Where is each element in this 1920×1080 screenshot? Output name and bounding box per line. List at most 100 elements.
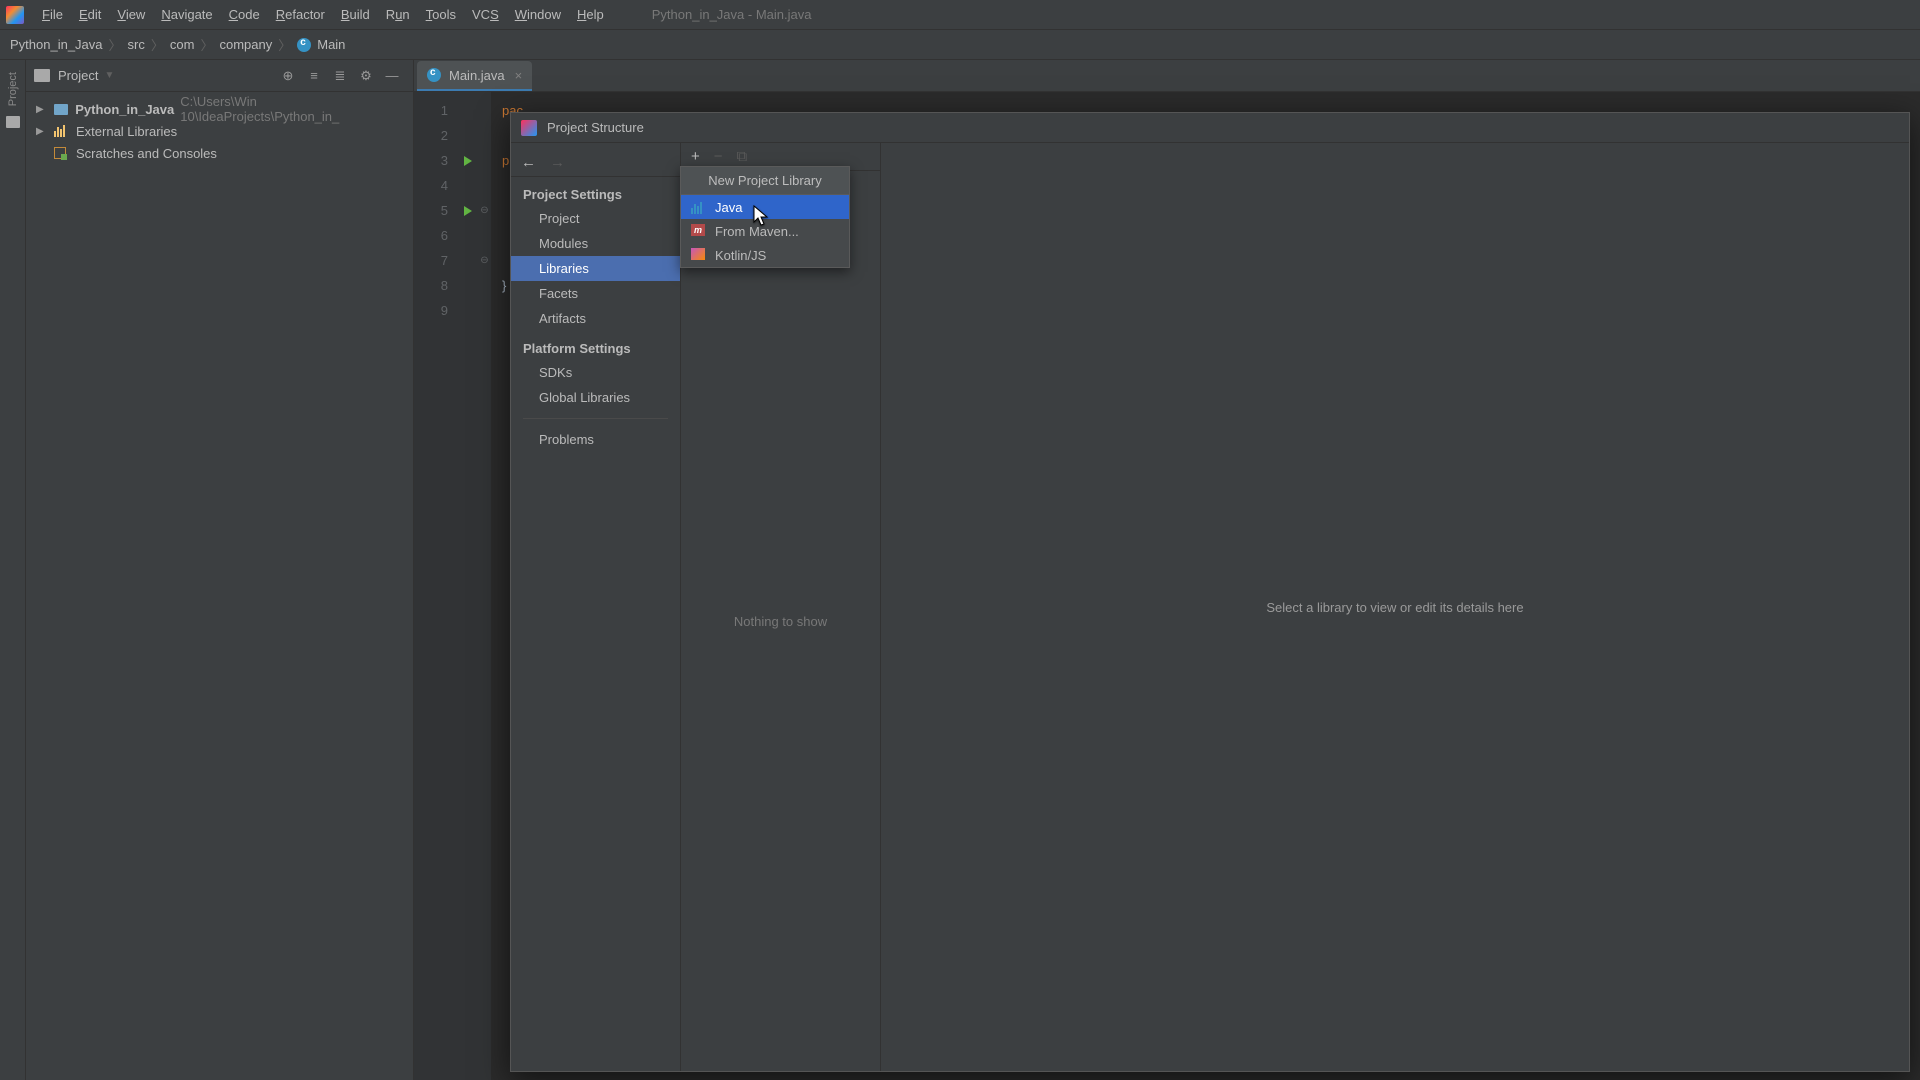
code-line: } — [502, 278, 506, 293]
project-tree: ▶ Python_in_Java C:\Users\Win 10\IdeaPro… — [26, 92, 413, 170]
detail-placeholder: Select a library to view or edit its det… — [1266, 600, 1523, 615]
nav-item-project[interactable]: Project — [511, 206, 680, 231]
menu-tools[interactable]: Tools — [418, 3, 464, 26]
back-icon[interactable]: ← — [521, 154, 536, 171]
nav-item-modules[interactable]: Modules — [511, 231, 680, 256]
project-tool-label[interactable]: Project — [7, 72, 19, 106]
fold-icon[interactable]: ⊖ — [478, 248, 491, 273]
chevron-right-icon: 〉 — [200, 35, 213, 54]
class-icon — [427, 68, 441, 82]
menu-run[interactable]: Run — [378, 3, 418, 26]
menu-window[interactable]: Window — [507, 3, 569, 26]
editor-tab-bar: Main.java × — [414, 60, 1920, 92]
gear-icon[interactable]: ⚙ — [357, 67, 375, 85]
crumb-project[interactable]: Python_in_Java — [10, 37, 103, 52]
new-library-popup: New Project Library Java m From Maven...… — [680, 166, 850, 268]
dialog-detail-pane: Select a library to view or edit its det… — [881, 143, 1909, 1071]
run-line-icon[interactable] — [458, 198, 478, 223]
separator — [523, 418, 668, 419]
empty-state-label: Nothing to show — [681, 171, 880, 1071]
kotlin-icon — [691, 248, 705, 260]
fold-gutter: ⊖⊖ — [478, 92, 492, 1080]
menu-code[interactable]: Code — [221, 3, 268, 26]
project-panel-title[interactable]: Project — [58, 68, 98, 83]
nav-heading-platform-settings: Platform Settings — [511, 331, 680, 360]
nav-item-artifacts[interactable]: Artifacts — [511, 306, 680, 331]
nav-item-problems[interactable]: Problems — [511, 427, 680, 452]
project-panel: Project ▼ ⊕ ≡ ≣ ⚙ — ▶ Python_in_Java C:\… — [26, 60, 414, 1080]
chevron-right-icon: 〉 — [151, 35, 164, 54]
nav-item-libraries[interactable]: Libraries — [511, 256, 680, 281]
tool-window-gutter: Project — [0, 60, 26, 1080]
breadcrumb: Python_in_Java 〉 src 〉 com 〉 company 〉 M… — [0, 30, 1920, 60]
tab-label: Main.java — [449, 68, 505, 83]
nav-item-facets[interactable]: Facets — [511, 281, 680, 306]
tree-root[interactable]: ▶ Python_in_Java C:\Users\Win 10\IdeaPro… — [26, 98, 413, 120]
chevron-right-icon: 〉 — [109, 35, 122, 54]
crumb-com[interactable]: com — [170, 37, 195, 52]
forward-icon: → — [550, 154, 565, 171]
editor-tab-main[interactable]: Main.java × — [417, 61, 532, 91]
expand-icon[interactable]: ≡ — [305, 67, 323, 85]
popup-item-label: Kotlin/JS — [715, 248, 766, 263]
popup-item-kotlinjs[interactable]: Kotlin/JS — [681, 243, 849, 267]
window-title: Python_in_Java - Main.java — [652, 7, 812, 22]
crumb-main-label: Main — [317, 37, 345, 52]
target-icon[interactable]: ⊕ — [279, 67, 297, 85]
maven-icon: m — [691, 224, 705, 236]
app-logo-icon — [521, 120, 537, 136]
run-gutter — [458, 92, 478, 1080]
nav-item-sdks[interactable]: SDKs — [511, 360, 680, 385]
crumb-src[interactable]: src — [128, 37, 145, 52]
run-line-icon[interactable] — [458, 148, 478, 173]
crumb-main[interactable]: Main — [297, 37, 345, 52]
menu-view[interactable]: View — [109, 3, 153, 26]
chevron-right-icon: 〉 — [278, 35, 291, 54]
folder-icon — [54, 104, 68, 115]
nav-item-global-libraries[interactable]: Global Libraries — [511, 385, 680, 410]
menu-bar: File Edit View Navigate Code Refactor Bu… — [0, 0, 1920, 30]
menu-navigate[interactable]: Navigate — [153, 3, 220, 26]
menu-edit[interactable]: Edit — [71, 3, 109, 26]
folder-icon — [34, 69, 50, 82]
tree-root-path: C:\Users\Win 10\IdeaProjects\Python_in_ — [180, 94, 413, 124]
menu-build[interactable]: Build — [333, 3, 378, 26]
menu-refactor[interactable]: Refactor — [268, 3, 333, 26]
tree-external-label: External Libraries — [76, 124, 177, 139]
close-icon[interactable]: × — [515, 68, 523, 83]
menu-help[interactable]: Help — [569, 3, 612, 26]
caret-icon[interactable]: ▶ — [36, 104, 48, 115]
dialog-title: Project Structure — [547, 120, 644, 135]
chevron-down-icon[interactable]: ▼ — [104, 70, 114, 81]
folder-icon[interactable] — [6, 116, 20, 128]
tree-root-label: Python_in_Java — [75, 102, 174, 117]
nav-heading-project-settings: Project Settings — [511, 177, 680, 206]
fold-icon[interactable]: ⊖ — [478, 198, 491, 223]
app-logo-icon — [6, 6, 24, 24]
dialog-title-bar[interactable]: Project Structure — [511, 113, 1909, 143]
line-numbers: 123456789 — [414, 92, 458, 1080]
popup-item-maven[interactable]: m From Maven... — [681, 219, 849, 243]
class-icon — [297, 38, 311, 52]
popup-item-label: From Maven... — [715, 224, 799, 239]
minus-icon: − — [714, 148, 723, 165]
minimize-icon[interactable]: — — [383, 67, 401, 85]
menu-vcs[interactable]: VCS — [464, 3, 507, 26]
library-icon — [54, 125, 65, 137]
menu-file[interactable]: File — [34, 3, 71, 26]
project-panel-header: Project ▼ ⊕ ≡ ≣ ⚙ — — [26, 60, 413, 92]
popup-item-label: Java — [715, 200, 742, 215]
scratch-icon — [54, 147, 66, 159]
copy-icon: ⧉ — [737, 148, 748, 165]
crumb-company[interactable]: company — [219, 37, 272, 52]
dialog-nav: ← → Project Settings Project Modules Lib… — [511, 143, 681, 1071]
popup-item-java[interactable]: Java — [681, 195, 849, 219]
collapse-icon[interactable]: ≣ — [331, 67, 349, 85]
dialog-library-list: + − ⧉ Nothing to show — [681, 143, 881, 1071]
popup-title: New Project Library — [681, 167, 849, 195]
library-icon — [691, 200, 702, 214]
caret-icon[interactable]: ▶ — [36, 126, 48, 137]
plus-icon[interactable]: + — [691, 148, 700, 165]
tree-scratches-label: Scratches and Consoles — [76, 146, 217, 161]
tree-scratches[interactable]: Scratches and Consoles — [26, 142, 413, 164]
